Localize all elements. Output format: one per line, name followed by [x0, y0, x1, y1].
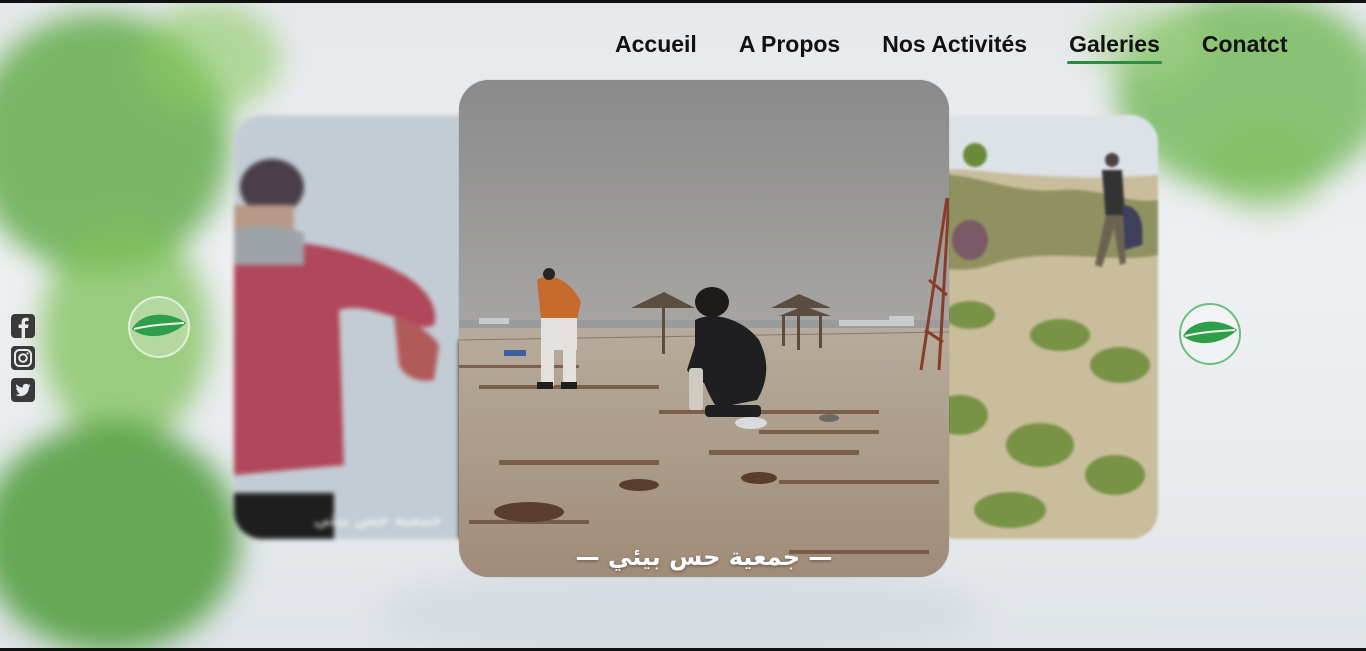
gallery-slide-previous[interactable]: جمعية حس بيئي — [234, 115, 494, 539]
next-slide-button[interactable] — [1179, 303, 1241, 365]
previous-slide-button[interactable] — [128, 296, 190, 358]
gallery-slide-next[interactable] — [930, 115, 1158, 539]
leaf-icon — [1183, 321, 1237, 344]
nav-accueil[interactable]: Accueil — [615, 31, 697, 60]
instagram-icon[interactable] — [10, 345, 36, 371]
nav-nos-activites[interactable]: Nos Activités — [882, 31, 1027, 60]
facebook-icon[interactable] — [10, 313, 36, 339]
page: Accueil A Propos Nos Activités Galeries … — [0, 0, 1366, 651]
beach-cleanup-photo — [459, 80, 949, 577]
volunteer-photo-left — [234, 115, 494, 539]
left-slide-caption: جمعية حس بيئي — [314, 510, 443, 529]
social-links — [10, 313, 36, 403]
center-slide-caption: — جمعية حس بيئي — — [575, 543, 833, 571]
gallery-slide-current[interactable]: — جمعية حس بيئي — — [459, 80, 949, 577]
nav-contact[interactable]: Conatct — [1202, 31, 1288, 60]
nav-a-propos[interactable]: A Propos — [739, 31, 840, 60]
nav-galeries[interactable]: Galeries — [1067, 31, 1162, 64]
twitter-icon[interactable] — [10, 377, 36, 403]
main-nav: Accueil A Propos Nos Activités Galeries … — [615, 31, 1288, 64]
leaf-icon — [132, 314, 186, 337]
volunteer-photo-right — [930, 115, 1158, 539]
